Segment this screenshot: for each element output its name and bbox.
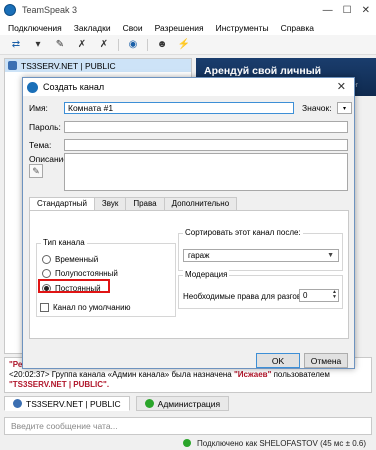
server-icon [8, 61, 17, 70]
name-label: Имя: [29, 103, 48, 113]
create-channel-dialog: Создать канал ✕ Имя: Комната #1 Значок: … [22, 77, 355, 369]
menu-help[interactable]: Справка [281, 23, 314, 33]
toolbar: ⇄ ▾ ✎ ✗ ✗ ◉ ☻ ⚡ [0, 35, 376, 55]
minimize-icon[interactable]: — [323, 5, 333, 16]
channel-type-title: Тип канала [41, 238, 87, 247]
away-icon[interactable]: ✎ [52, 38, 68, 52]
contacts-icon[interactable]: ☻ [154, 38, 170, 52]
menu-bar: Подключения Закладки Свои Разрешения Инс… [0, 20, 376, 35]
radio-temporary[interactable]: Временный [42, 255, 98, 264]
status-bar: Подключено как SHELOFASTOV (45 мс ± 0.6) [0, 436, 376, 450]
icon-picker[interactable]: ▾ [337, 102, 352, 114]
description-field[interactable] [64, 153, 348, 191]
mute-mic-icon[interactable]: ✗ [74, 38, 90, 52]
highlight-box [38, 279, 110, 293]
connection-status-icon [183, 439, 191, 447]
window-titlebar: TeamSpeak 3 — ☐ ✕ [0, 0, 376, 20]
default-channel-checkbox[interactable]: Канал по умолчанию [40, 303, 131, 312]
tab-advanced[interactable]: Дополнительно [163, 197, 238, 210]
password-field[interactable] [64, 121, 348, 133]
chat-input[interactable]: Введите сообщение чата... [4, 417, 372, 435]
sort-after-select[interactable]: гараж ▼ [183, 249, 339, 262]
chat-icon[interactable]: ◉ [125, 38, 141, 52]
talk-power-spinner[interactable]: 0 ▲ ▼ [299, 289, 339, 302]
dropdown-arrow-icon[interactable]: ▾ [30, 38, 46, 52]
radio-circle [42, 269, 51, 278]
chat-placeholder: Введите сообщение чата... [11, 421, 118, 431]
toolbar-separator [147, 38, 148, 51]
maximize-icon[interactable]: ☐ [343, 5, 352, 16]
tab-sound[interactable]: Звук [93, 197, 127, 210]
menu-connections[interactable]: Подключения [8, 23, 62, 33]
dropdown-arrow-icon: ▾ [342, 105, 346, 112]
dialog-titlebar: Создать канал ✕ [23, 78, 354, 96]
edit-description-button[interactable]: ✎ [29, 164, 43, 178]
sort-title: Сортировать этот канал после: [183, 228, 303, 237]
bottom-tabs: TS3SERV.NET | PUBLIC Администрация [4, 396, 372, 412]
menu-tools[interactable]: Инструменты [216, 23, 269, 33]
toolbar-separator [118, 38, 119, 51]
pencil-icon: ✎ [32, 165, 40, 176]
icon-label: Значок: [302, 103, 332, 113]
talk-power-label: Необходимые права для разговора: [183, 292, 317, 301]
topic-field[interactable] [64, 139, 348, 151]
server-icon [13, 399, 22, 408]
moderation-title: Модерация [183, 270, 230, 279]
hotkey-icon[interactable]: ⚡ [176, 38, 192, 52]
window-controls: — ☐ ✕ [323, 5, 370, 16]
menu-permissions[interactable]: Разрешения [155, 23, 204, 33]
teamspeak-logo-icon [4, 4, 16, 16]
chevron-down-icon: ▼ [327, 252, 334, 259]
dialog-tabs: Стандартный Звук Права Дополнительно [29, 197, 238, 211]
topic-label: Тема: [29, 140, 52, 150]
mute-speakers-icon[interactable]: ✗ [96, 38, 112, 52]
server-row[interactable]: TS3SERV.NET | PUBLIC [5, 59, 191, 72]
radio-circle [42, 255, 51, 264]
password-label: Пароль: [29, 122, 61, 132]
checkbox-box [40, 303, 49, 312]
ok-button[interactable]: OK [256, 353, 300, 368]
menu-self[interactable]: Свои [123, 23, 143, 33]
server-name: TS3SERV.NET | PUBLIC [21, 60, 116, 71]
name-field[interactable]: Комната #1 [64, 102, 294, 114]
teamspeak-logo-icon [27, 81, 38, 93]
log-line: <20:02:37> Группа канала «Админ канала» … [9, 370, 330, 389]
window-title: TeamSpeak 3 [22, 5, 78, 15]
close-icon[interactable]: ✕ [337, 80, 346, 93]
menu-bookmarks[interactable]: Закладки [74, 23, 111, 33]
radio-semi-permanent[interactable]: Полупостоянный [42, 269, 118, 278]
dialog-title: Создать канал [43, 82, 105, 92]
cancel-button[interactable]: Отмена [304, 353, 348, 368]
tab-channel-chat[interactable]: Администрация [135, 396, 230, 411]
connect-icon[interactable]: ⇄ [8, 38, 24, 52]
tab-standard[interactable]: Стандартный [29, 197, 95, 211]
tab-permissions[interactable]: Права [125, 197, 165, 210]
close-icon[interactable]: ✕ [362, 5, 370, 16]
spinner-arrows-icon: ▲ ▼ [332, 289, 337, 300]
status-text: Подключено как SHELOFASTOV (45 мс ± 0.6) [197, 438, 366, 448]
tab-server-chat[interactable]: TS3SERV.NET | PUBLIC [4, 396, 130, 411]
channel-icon [144, 399, 154, 408]
standard-tab-panel: Тип канала Временный Полупостоянный Пост… [29, 210, 349, 339]
